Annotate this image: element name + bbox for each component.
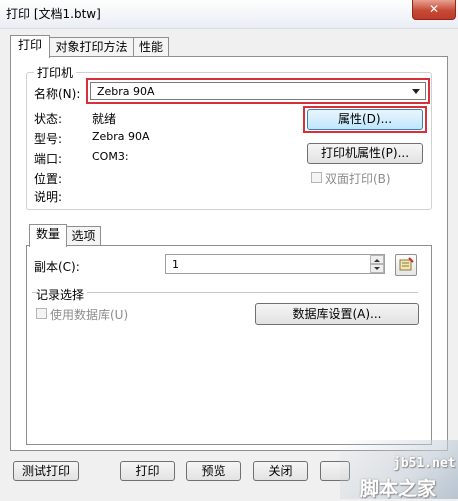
copies-wizard-button[interactable] <box>395 254 417 276</box>
wizard-icon <box>399 257 414 271</box>
print-button[interactable]: 打印 <box>120 461 175 481</box>
watermark-site: jb51.net <box>393 456 456 471</box>
record-selection-divider <box>32 292 418 293</box>
tab-quantity[interactable]: 数量 <box>29 224 67 247</box>
chevron-down-icon <box>374 267 380 270</box>
copies-input[interactable]: 1 <box>165 254 385 274</box>
status-label: 状态: <box>34 112 63 126</box>
quantity-tab-panel <box>26 245 432 445</box>
print-dialog: 打印 [文档1.btw] ✕ 打印 对象打印方法 性能 打印机 名称(N): Z… <box>0 0 458 500</box>
printer-properties-button[interactable]: 打印机属性(P)... <box>307 143 423 164</box>
printer-name-value: Zebra 90A <box>97 85 155 98</box>
window-title: 打印 [文档1.btw] <box>6 7 101 21</box>
close-window-button[interactable]: ✕ <box>412 0 456 20</box>
port-label: 端口: <box>34 152 63 166</box>
status-value: 就绪 <box>92 112 117 126</box>
copies-value: 1 <box>172 258 179 271</box>
chevron-up-icon <box>374 259 380 262</box>
tab-print[interactable]: 打印 <box>10 35 50 58</box>
tab-performance[interactable]: 性能 <box>133 37 169 58</box>
watermark-brand: 脚本之家 <box>360 478 437 500</box>
use-database-label: 使用数据库(U) <box>50 308 129 322</box>
database-settings-button[interactable]: 数据库设置(A)... <box>255 303 419 325</box>
duplex-label: 双面打印(B) <box>325 172 391 186</box>
use-database-checkbox[interactable] <box>36 308 47 319</box>
printer-name-label: 名称(N): <box>34 87 81 101</box>
title-bar: 打印 [文档1.btw] ✕ <box>0 0 458 29</box>
copies-label: 副本(C): <box>34 260 80 274</box>
properties-button[interactable]: 属性(D)... <box>307 109 423 130</box>
port-value: COM3: <box>92 150 129 163</box>
preview-button[interactable]: 预览 <box>186 461 241 481</box>
test-print-button[interactable]: 测试打印 <box>13 461 79 481</box>
close-button[interactable]: 关闭 <box>253 461 308 481</box>
location-label: 位置: <box>34 172 63 186</box>
copies-decrement-button[interactable] <box>370 264 384 273</box>
printer-group-title: 打印机 <box>34 64 77 81</box>
close-icon: ✕ <box>428 2 440 16</box>
model-label: 型号: <box>34 132 63 146</box>
model-value: Zebra 90A <box>92 130 150 143</box>
comment-label: 说明: <box>34 190 63 204</box>
copies-increment-button[interactable] <box>370 255 384 264</box>
duplex-checkbox[interactable] <box>311 172 322 183</box>
record-selection-title-overlay: 记录选择 <box>36 286 88 303</box>
tab-object-print-method[interactable]: 对象打印方法 <box>49 37 134 58</box>
printer-name-select[interactable]: Zebra 90A <box>90 82 426 100</box>
tab-options[interactable]: 选项 <box>66 226 101 247</box>
chevron-down-icon <box>412 89 420 94</box>
